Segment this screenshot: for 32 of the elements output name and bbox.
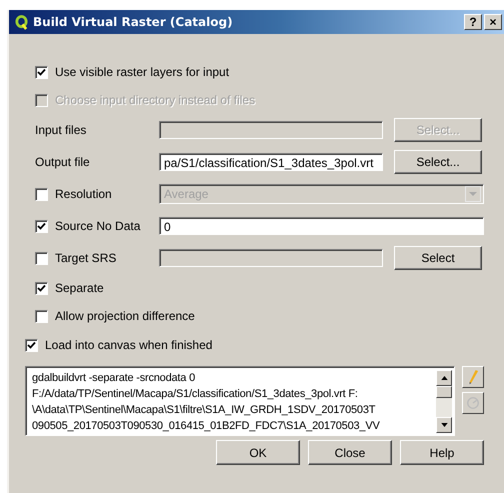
input-field[interactable]: pa/S1/classification/S1_3dates_3pol.vrt bbox=[159, 153, 383, 171]
up-arrow-icon bbox=[440, 376, 448, 380]
pencil-icon bbox=[467, 369, 479, 385]
checkbox-label: Resolution bbox=[55, 187, 112, 201]
checkbox-label: Target SRS bbox=[55, 251, 116, 265]
checkbox-label: Load into canvas when finished bbox=[45, 338, 212, 352]
down-arrow-icon bbox=[440, 423, 448, 427]
select-button[interactable]: Select... bbox=[394, 150, 482, 174]
checkbox-label: Separate bbox=[55, 281, 104, 295]
window-title: Build Virtual Raster (Catalog) bbox=[33, 15, 234, 29]
dialog-button[interactable]: OK bbox=[216, 440, 300, 465]
help-button[interactable]: ? bbox=[464, 14, 482, 30]
input-field[interactable]: 0 bbox=[159, 217, 484, 235]
dialog-button[interactable]: Close bbox=[308, 440, 392, 465]
dial-icon bbox=[466, 396, 480, 410]
edit-button[interactable] bbox=[462, 366, 484, 388]
field-label: Output file bbox=[35, 155, 90, 169]
checkbox[interactable] bbox=[35, 220, 48, 232]
checkbox[interactable] bbox=[35, 66, 48, 78]
field-label: Input files bbox=[35, 123, 86, 137]
command-text-area[interactable]: gdalbuildvrt -separate -srcnodata 0 F:/A/data/TP/Sentinel/Macapa/S1/classification/S1_3dates_3pol.vrt F: \A\data\TP\Sentinel\Macapa\S1\filtre\S1A_IW_GRDH_1SDV_20170503T 090505_20170503T090530_016415_01B2FD_FDC7\S1A_20170503_VV bbox=[25, 366, 455, 436]
close-button[interactable]: × bbox=[484, 14, 502, 30]
reset-button[interactable] bbox=[462, 392, 484, 414]
app-logo-icon bbox=[15, 14, 28, 30]
checkbox-label: Source No Data bbox=[55, 219, 140, 233]
checkbox-label: Use visible raster layers for input bbox=[55, 65, 230, 79]
scrollbar[interactable] bbox=[436, 370, 452, 433]
checkbox[interactable] bbox=[35, 310, 48, 322]
dialog-button[interactable]: Help bbox=[400, 440, 484, 465]
checkbox[interactable] bbox=[25, 338, 38, 352]
checkbox-label: Allow projection difference bbox=[55, 309, 195, 323]
checkbox[interactable] bbox=[35, 282, 48, 294]
